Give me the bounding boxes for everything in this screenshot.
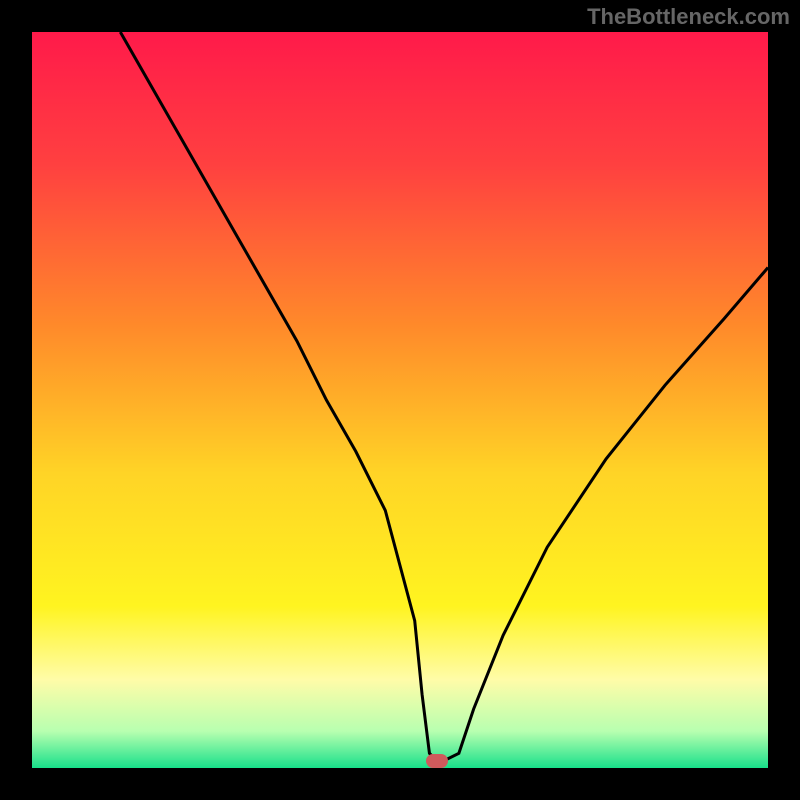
plot-area bbox=[32, 32, 768, 768]
bottleneck-curve bbox=[32, 32, 768, 768]
watermark-text: TheBottleneck.com bbox=[587, 4, 790, 30]
optimal-marker bbox=[426, 754, 448, 768]
